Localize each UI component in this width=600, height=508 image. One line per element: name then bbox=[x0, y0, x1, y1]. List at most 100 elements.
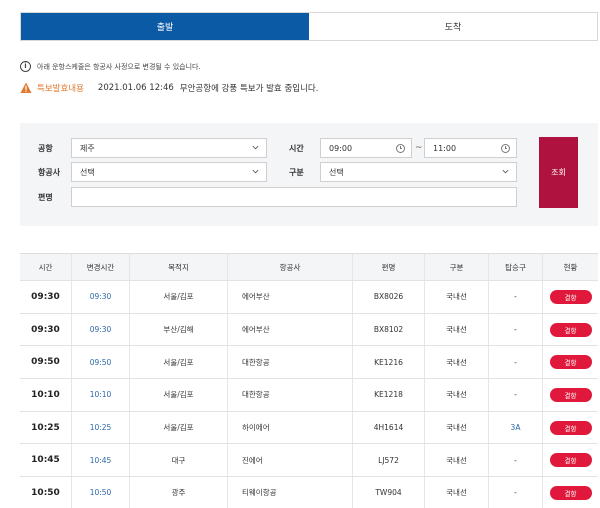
clock-icon bbox=[396, 144, 405, 153]
tab-arrival[interactable]: 도착 bbox=[309, 13, 597, 40]
table-row: 10:50 10:50 광주 티웨이항공 TW904 국내선 - 결항 bbox=[20, 477, 598, 508]
flight-number-cell: LJ572 bbox=[353, 444, 425, 477]
status-cell: 결항 bbox=[543, 379, 598, 411]
destination-cell: 서울/김포 bbox=[130, 281, 228, 313]
airline-cell: 대한항공 bbox=[228, 346, 353, 379]
departure-time-cell: 09:30 bbox=[20, 313, 72, 346]
changed-time-cell: 09:30 bbox=[72, 281, 130, 313]
gate-cell: - bbox=[489, 346, 543, 379]
airport-value: 제주 bbox=[80, 143, 95, 153]
airline-cell: 티웨이항공 bbox=[228, 477, 353, 508]
time-label: 시간 bbox=[289, 144, 304, 153]
status-badge[interactable]: 결항 bbox=[549, 453, 592, 468]
airline-select[interactable]: 선택 bbox=[71, 162, 267, 182]
flight-number-cell: 4H1614 bbox=[353, 411, 425, 444]
table-row: 10:25 10:25 서울/김포 하이에어 4H1614 국내선 3A 결항 bbox=[20, 411, 598, 445]
time-from-value: 09:00 bbox=[329, 143, 353, 153]
flight-number-cell: BX8026 bbox=[353, 281, 425, 313]
airport-label: 공항 bbox=[38, 144, 53, 153]
flight-input[interactable] bbox=[71, 187, 517, 207]
departure-time-cell: 10:25 bbox=[20, 411, 72, 444]
header-gate: 탑승구 bbox=[489, 254, 543, 280]
gate-cell: - bbox=[489, 281, 543, 313]
departure-time-cell: 10:50 bbox=[20, 477, 72, 508]
flight-number-cell: KE1216 bbox=[353, 346, 425, 379]
destination-cell: 서울/김포 bbox=[130, 346, 228, 379]
chevron-down-icon bbox=[502, 169, 509, 174]
flight-number-cell: TW904 bbox=[353, 477, 425, 508]
changed-time-cell: 10:50 bbox=[72, 477, 130, 508]
alert-message: 무안공항에 강풍 특보가 발효 중입니다. bbox=[179, 84, 319, 94]
type-label: 구분 bbox=[289, 168, 304, 177]
table-row: 09:30 09:30 부산/김해 에어부산 BX8102 국내선 - 결항 bbox=[20, 313, 598, 347]
alert-date: 2021.01.06 12:46 bbox=[97, 83, 174, 93]
status-badge[interactable]: 결항 bbox=[549, 420, 592, 435]
changed-time-cell: 09:30 bbox=[72, 313, 130, 346]
header-destination: 목적지 bbox=[130, 254, 228, 280]
header-changed-time: 변경시간 bbox=[72, 254, 130, 280]
schedule-notice: i 아래 운항스케줄은 항공사 사정으로 변경될 수 있습니다. bbox=[20, 61, 201, 72]
gate-cell: - bbox=[489, 444, 543, 477]
airport-select[interactable]: 제주 bbox=[71, 138, 267, 158]
time-to-value: 11:00 bbox=[433, 143, 457, 153]
airline-cell: 하이에어 bbox=[228, 411, 353, 444]
flight-type-cell: 국내선 bbox=[425, 313, 489, 346]
status-badge[interactable]: 결항 bbox=[549, 355, 592, 370]
departure-time-cell: 10:10 bbox=[20, 379, 72, 411]
table-header: 시간 변경시간 목적지 항공사 편명 구분 탑승구 현황 bbox=[20, 254, 598, 281]
departure-time-cell: 09:30 bbox=[20, 281, 72, 313]
header-status: 현황 bbox=[563, 262, 578, 272]
flight-type-cell: 국내선 bbox=[425, 411, 489, 444]
status-cell: 결항 bbox=[543, 314, 598, 346]
destination-cell: 광주 bbox=[130, 477, 228, 508]
type-select[interactable]: 선택 bbox=[320, 162, 517, 182]
warning-icon bbox=[20, 82, 32, 93]
destination-cell: 대구 bbox=[130, 444, 228, 477]
header-time: 시간 bbox=[20, 254, 72, 280]
changed-time-cell: 10:45 bbox=[72, 444, 130, 477]
airline-cell: 진에어 bbox=[228, 444, 353, 477]
changed-time-cell: 10:25 bbox=[72, 411, 130, 444]
status-badge[interactable]: 결항 bbox=[549, 485, 592, 500]
alert-label: 특보발효내용 bbox=[37, 84, 84, 94]
status-cell: 결항 bbox=[543, 281, 598, 313]
time-to-input[interactable]: 11:00 bbox=[424, 138, 517, 158]
destination-cell: 서울/김포 bbox=[130, 379, 228, 411]
direction-tabs: 출발 도착 bbox=[20, 12, 598, 41]
status-cell: 결항 bbox=[543, 346, 598, 378]
departure-time-cell: 10:45 bbox=[20, 444, 72, 477]
table-row: 09:50 09:50 서울/김포 대한항공 KE1216 국내선 - 결항 bbox=[20, 346, 598, 380]
flight-type-cell: 국내선 bbox=[425, 281, 489, 313]
time-separator: ~ bbox=[415, 143, 423, 153]
flight-type-cell: 국내선 bbox=[425, 346, 489, 379]
chevron-down-icon bbox=[252, 169, 259, 174]
search-button[interactable]: 조회 bbox=[539, 137, 578, 208]
chevron-down-icon bbox=[252, 145, 259, 150]
table-row: 09:30 09:30 서울/김포 에어부산 BX8026 국내선 - 결항 bbox=[20, 281, 598, 314]
status-badge[interactable]: 결항 bbox=[549, 322, 592, 337]
departure-time-cell: 09:50 bbox=[20, 346, 72, 379]
airline-cell: 에어부산 bbox=[228, 313, 353, 346]
type-value: 선택 bbox=[329, 167, 344, 177]
flight-label: 편명 bbox=[38, 193, 53, 202]
gate-cell: - bbox=[489, 477, 543, 508]
airline-cell: 대한항공 bbox=[228, 379, 353, 411]
gate-cell: 3A bbox=[489, 411, 543, 444]
info-icon: i bbox=[20, 61, 31, 72]
airline-value: 선택 bbox=[80, 167, 95, 177]
table-row: 10:10 10:10 서울/김포 대한항공 KE1218 국내선 - 결항 bbox=[20, 379, 598, 412]
weather-alert: 특보발효내용 2021.01.06 12:46 무안공항에 강풍 특보가 발효 … bbox=[20, 82, 318, 94]
clock-icon bbox=[501, 144, 510, 153]
status-cell: 결항 bbox=[543, 444, 598, 476]
gate-cell: - bbox=[489, 313, 543, 346]
changed-time-cell: 09:50 bbox=[72, 346, 130, 379]
destination-cell: 서울/김포 bbox=[130, 411, 228, 444]
tab-departure[interactable]: 출발 bbox=[21, 13, 309, 40]
status-badge[interactable]: 결항 bbox=[549, 387, 592, 402]
changed-time-cell: 10:10 bbox=[72, 379, 130, 411]
time-from-input[interactable]: 09:00 bbox=[320, 138, 412, 158]
status-cell: 결항 bbox=[543, 412, 598, 444]
status-badge[interactable]: 결항 bbox=[549, 289, 592, 304]
flight-type-cell: 국내선 bbox=[425, 477, 489, 508]
flight-number-cell: BX8102 bbox=[353, 313, 425, 346]
